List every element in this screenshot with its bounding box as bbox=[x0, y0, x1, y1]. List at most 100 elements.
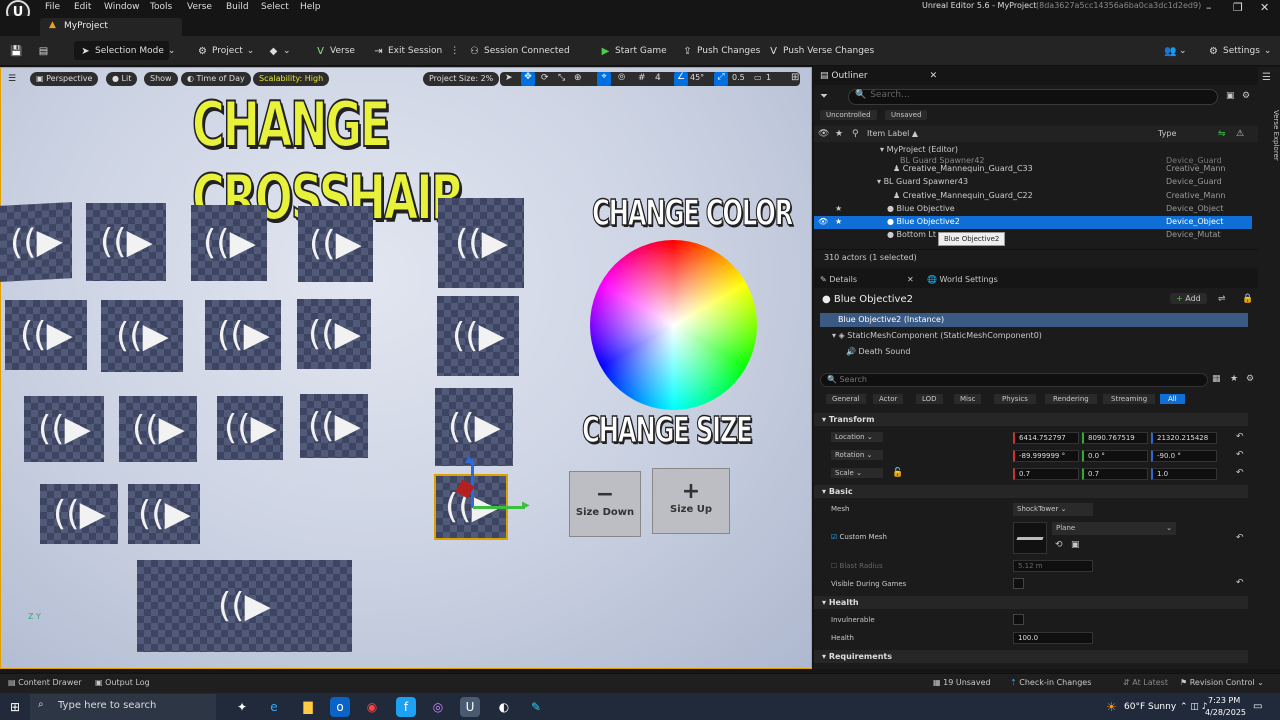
blast-radius-checkbox[interactable]: ☐ Blast Radius bbox=[831, 562, 883, 570]
reset-icon[interactable]: ↶ bbox=[1236, 468, 1244, 478]
show-button[interactable]: Show bbox=[144, 72, 178, 86]
revision-control-button[interactable]: ⚑ Revision Control ⌄ bbox=[1180, 678, 1264, 687]
blast-radius-field[interactable]: 5.12 m bbox=[1013, 560, 1093, 572]
eye-icon[interactable]: 👁 bbox=[818, 217, 828, 226]
tray-icons[interactable]: ⌃ ◫ ♪ bbox=[1180, 702, 1208, 712]
viewport-menu-icon[interactable]: ☰ bbox=[8, 74, 16, 84]
scalability-button[interactable]: Scalability: High bbox=[253, 72, 330, 86]
outliner-row[interactable]: ♟ Creative_Mannequin_Guard_C22 bbox=[893, 191, 1033, 204]
star-icon[interactable]: ★ bbox=[1230, 374, 1238, 384]
exit-session-button[interactable]: ⇥ Exit Session ⋮ bbox=[373, 44, 459, 58]
perspective-button[interactable]: ▣ Perspective bbox=[30, 72, 99, 86]
color-wheel[interactable] bbox=[590, 240, 757, 410]
scale-x-field[interactable]: 0.7 bbox=[1013, 468, 1079, 480]
visible-during-games-checkbox[interactable] bbox=[1013, 578, 1024, 589]
component-instance-row[interactable]: Blue Objective2 (Instance) bbox=[820, 313, 1248, 327]
basic-section[interactable]: ▾ Basic bbox=[814, 485, 1248, 498]
camera-speed-icon[interactable]: ▭ bbox=[754, 73, 762, 82]
filter-actor[interactable]: Actor bbox=[873, 394, 904, 404]
scale-snap-icon[interactable]: ⤢ bbox=[714, 72, 728, 86]
scale-y-field[interactable]: 0.7 bbox=[1082, 468, 1148, 480]
star-icon[interactable]: ★ bbox=[835, 204, 842, 213]
speaker-tile[interactable]: ◀)) bbox=[438, 198, 524, 288]
health-section[interactable]: ▾ Health bbox=[814, 596, 1248, 609]
menu-build[interactable]: Build bbox=[226, 2, 249, 12]
verse-explorer-tab[interactable]: Verse Explorer bbox=[1258, 110, 1280, 161]
chrome-icon[interactable]: ◉ bbox=[362, 697, 382, 717]
angle-snap-icon[interactable]: ∠ bbox=[674, 72, 688, 86]
verse-button[interactable]: V Verse bbox=[315, 44, 355, 58]
menu-verse[interactable]: Verse bbox=[187, 2, 212, 12]
requirements-section[interactable]: ▾ Requirements bbox=[814, 650, 1248, 663]
col-type[interactable]: Type bbox=[1158, 129, 1176, 138]
outliner-row[interactable]: ● Bottom Lt bbox=[887, 230, 936, 243]
folder-icon[interactable]: ▣ bbox=[1071, 540, 1080, 550]
filter-general[interactable]: General bbox=[826, 394, 866, 404]
invulnerable-checkbox[interactable] bbox=[1013, 614, 1024, 625]
weather-icon[interactable]: ☀ bbox=[1106, 700, 1117, 714]
gizmo-y-arrow-icon[interactable]: ▶ bbox=[522, 500, 530, 511]
browse-icon[interactable]: ⟲ bbox=[1055, 540, 1063, 550]
time-of-day-button[interactable]: ◐ Time of Day bbox=[181, 72, 251, 86]
selected-row-label[interactable]: ● Blue Objective2 bbox=[887, 217, 960, 230]
outliner-search[interactable]: 🔍 Search... bbox=[848, 89, 1218, 105]
notification-icon[interactable]: ▭ bbox=[1253, 701, 1262, 712]
outliner-row[interactable]: ▾ BL Guard Spawner43 bbox=[877, 177, 968, 190]
select-tool-icon[interactable]: ➤ bbox=[505, 73, 513, 83]
speaker-tile[interactable]: ◀)) bbox=[217, 396, 283, 460]
copilot-icon[interactable]: ✦ bbox=[232, 697, 252, 717]
speaker-tile[interactable]: ◀)) bbox=[101, 300, 183, 372]
rotate-tool-icon[interactable]: ⟳ bbox=[541, 73, 549, 83]
location-z-field[interactable]: 21320.215428 bbox=[1151, 432, 1217, 444]
camera-speed[interactable]: 1 bbox=[766, 73, 771, 82]
snap-icon[interactable]: ⦾ bbox=[618, 73, 625, 83]
lock-icon[interactable]: 🔒 bbox=[1242, 294, 1253, 304]
speaker-tile[interactable]: ◀)) bbox=[297, 299, 371, 369]
star-icon[interactable]: ★ bbox=[835, 129, 843, 139]
weather[interactable]: 60°F Sunny bbox=[1124, 702, 1176, 712]
scale-snap-value[interactable]: 0.5 bbox=[732, 73, 745, 82]
speaker-tile[interactable]: ◀)) bbox=[298, 206, 373, 282]
speaker-tile[interactable]: ◀)) bbox=[128, 484, 200, 544]
move-tool-icon[interactable]: ✥ bbox=[521, 72, 535, 86]
star-icon[interactable]: ★ bbox=[835, 217, 842, 226]
taskbar-search[interactable]: ⌕ Type here to search bbox=[30, 694, 216, 720]
scale-z-field[interactable]: 1.0 bbox=[1151, 468, 1217, 480]
details-search[interactable]: 🔍 Search bbox=[820, 373, 1208, 387]
gizmo-z-arrow-icon[interactable]: ▲ bbox=[465, 454, 473, 465]
clock-time[interactable]: 7:23 PM bbox=[1208, 696, 1240, 705]
speaker-tile[interactable]: ◀)) bbox=[437, 296, 519, 376]
app-icon[interactable]: ✎ bbox=[526, 697, 546, 717]
speaker-tile-large[interactable]: ◀)) bbox=[137, 560, 352, 652]
mesh-dropdown[interactable]: ShockTower ⌄ bbox=[1013, 503, 1093, 516]
tree-icon[interactable]: ⇋ bbox=[1218, 129, 1226, 139]
settings-button[interactable]: ⚙ Settings ⌄ bbox=[1208, 44, 1271, 58]
filter-uncontrolled[interactable]: Uncontrolled bbox=[820, 110, 877, 120]
pin-icon[interactable]: ⚲ bbox=[852, 129, 859, 139]
tab-details[interactable]: ✎ Details ✕ bbox=[820, 275, 914, 284]
rotation-z-field[interactable]: -90.0 ° bbox=[1151, 450, 1217, 462]
filter-streaming[interactable]: Streaming bbox=[1103, 394, 1156, 404]
warning-icon[interactable]: ⚠ bbox=[1236, 129, 1244, 139]
session-connected[interactable]: ⚇ Session Connected bbox=[469, 44, 570, 58]
app-icon[interactable]: f bbox=[396, 697, 416, 717]
edge-icon[interactable]: e bbox=[264, 697, 284, 717]
maximize-icon[interactable]: ❐ bbox=[1233, 1, 1243, 14]
add-actor-button[interactable]: ◆ ⌄ bbox=[268, 44, 291, 58]
filter-all[interactable]: All bbox=[1160, 394, 1185, 404]
grid-snap-icon[interactable]: # bbox=[638, 73, 646, 83]
minimize-icon[interactable]: – bbox=[1206, 1, 1212, 14]
clock-date[interactable]: 4/28/2025 bbox=[1205, 708, 1246, 717]
filter-lod[interactable]: LOD bbox=[916, 394, 943, 404]
unreal-icon[interactable]: U bbox=[460, 697, 480, 717]
menu-window[interactable]: Window bbox=[104, 2, 140, 12]
explorer-icon[interactable]: ▇ bbox=[298, 697, 318, 717]
rotation-y-field[interactable]: 0.0 ° bbox=[1082, 450, 1148, 462]
outlook-icon[interactable]: o bbox=[330, 697, 350, 717]
project-size-button[interactable]: Project Size: 2% bbox=[423, 72, 500, 86]
save-icon[interactable]: 💾 bbox=[10, 44, 22, 58]
rotation-x-field[interactable]: -89.999999 ° bbox=[1013, 450, 1079, 462]
push-verse-button[interactable]: V Push Verse Changes bbox=[768, 44, 874, 58]
filter-misc[interactable]: Misc bbox=[954, 394, 982, 404]
component-row-sound[interactable]: 🔊 Death Sound bbox=[846, 347, 910, 356]
